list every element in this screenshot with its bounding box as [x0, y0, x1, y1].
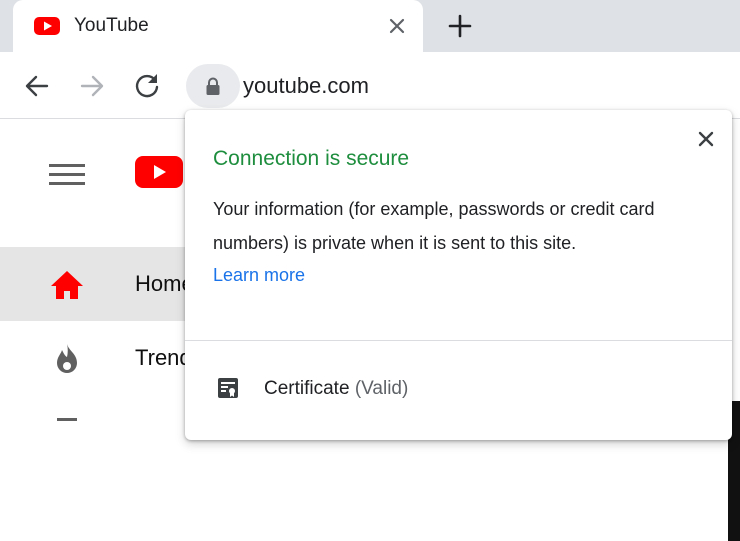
- new-tab-plus-icon[interactable]: [447, 13, 473, 39]
- youtube-favicon-icon: [34, 17, 60, 35]
- site-info-button[interactable]: [186, 64, 240, 108]
- certificate-label: Certificate (Valid): [264, 376, 408, 402]
- tab-strip: YouTube: [0, 0, 740, 52]
- tab-title: YouTube: [74, 15, 149, 36]
- certificate-icon: [218, 378, 238, 398]
- reload-icon[interactable]: [132, 71, 162, 101]
- connection-description: Your information (for example, passwords…: [213, 199, 655, 253]
- flame-icon: [57, 344, 77, 373]
- menu-hamburger-icon[interactable]: [49, 159, 85, 189]
- close-icon[interactable]: [693, 126, 719, 152]
- sidebar-item-home[interactable]: Home: [0, 247, 200, 321]
- omnibox-url[interactable]: youtube.com: [243, 72, 369, 100]
- divider: [185, 340, 732, 341]
- close-tab-icon[interactable]: [385, 14, 409, 38]
- browser-toolbar: youtube.com: [0, 52, 740, 119]
- connection-status-title: Connection is secure: [213, 147, 410, 170]
- certificate-text: Certificate: [264, 378, 350, 399]
- tab-youtube[interactable]: YouTube: [13, 0, 423, 52]
- certificate-status: (Valid): [354, 378, 409, 399]
- forward-arrow-icon[interactable]: [77, 71, 107, 101]
- site-info-bubble: Connection is secure Your information (f…: [185, 110, 732, 440]
- certificate-row[interactable]: Certificate (Valid): [185, 368, 732, 412]
- sidebar-item-trending[interactable]: Trending: [0, 321, 221, 395]
- youtube-logo-icon[interactable]: [135, 154, 183, 190]
- lock-icon: [206, 77, 220, 95]
- home-icon: [51, 271, 83, 299]
- back-arrow-icon[interactable]: [22, 71, 52, 101]
- learn-more-link[interactable]: Learn more: [213, 263, 305, 287]
